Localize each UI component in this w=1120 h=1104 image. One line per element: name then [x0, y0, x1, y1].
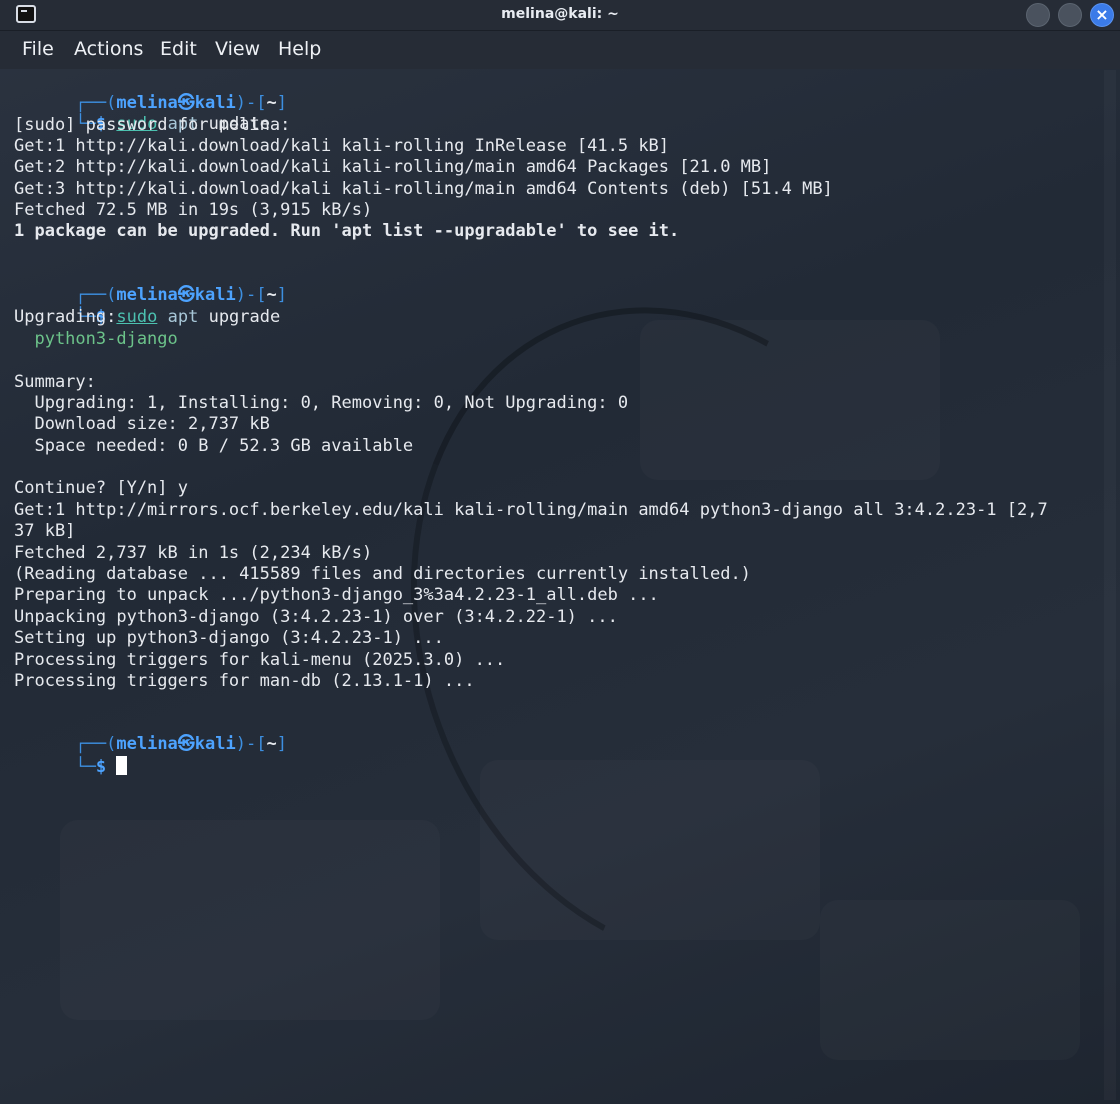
output-line: [sudo] password for melina:: [14, 115, 291, 135]
output-line: Fetched 2,737 kB in 1s (2,234 kB/s): [14, 543, 373, 563]
package-name: python3-django: [14, 329, 178, 349]
output-line: Continue? [Y/n] y: [14, 478, 188, 498]
command-line: └─$ sudo apt update: [75, 114, 270, 134]
output-line: Setting up python3-django (3:4.2.23-1) .…: [14, 628, 444, 648]
output-line: Fetched 72.5 MB in 19s (3,915 kB/s): [14, 200, 373, 220]
output-line: (Reading database ... 415589 files and d…: [14, 564, 751, 584]
terminal-scrollbar[interactable]: [1104, 70, 1116, 1100]
output-line: Summary:: [14, 372, 96, 392]
menu-file[interactable]: File: [22, 38, 54, 60]
minimize-button[interactable]: [1026, 3, 1050, 27]
output-line: Processing triggers for kali-menu (2025.…: [14, 650, 506, 670]
menu-actions[interactable]: Actions: [74, 38, 143, 60]
close-button[interactable]: ×: [1090, 3, 1114, 27]
output-line: Get:3 http://kali.download/kali kali-rol…: [14, 179, 833, 199]
output-line: Upgrading:: [14, 307, 117, 327]
menu-view[interactable]: View: [215, 38, 260, 60]
active-command-line[interactable]: └─$: [14, 735, 128, 777]
window-title: melina@kali: ~: [501, 6, 619, 22]
maximize-button[interactable]: [1058, 3, 1082, 27]
menu-help[interactable]: Help: [278, 38, 321, 60]
prompt-line: ┌──(melina㉿kali)-[~]: [75, 93, 287, 113]
text-cursor: [116, 756, 128, 775]
menu-bar: File Actions Edit View Help: [0, 31, 1120, 69]
menu-edit[interactable]: Edit: [160, 38, 197, 60]
terminal-output[interactable]: ┌──(melina㉿kali)-[~] └─$ sudo apt update…: [14, 70, 1104, 1100]
upgradable-notice: 1 package can be upgraded. Run 'apt list…: [14, 221, 680, 241]
output-line: Get:1 http://mirrors.ocf.berkeley.edu/ka…: [14, 500, 1048, 520]
output-line: Upgrading: 1, Installing: 0, Removing: 0…: [14, 393, 629, 413]
output-line: Unpacking python3-django (3:4.2.23-1) ov…: [14, 607, 618, 627]
prompt-line: ┌──(melina㉿kali)-[~]: [75, 734, 287, 754]
output-line: Processing triggers for man-db (2.13.1-1…: [14, 671, 475, 691]
output-line: Get:2 http://kali.download/kali kali-rol…: [14, 157, 772, 177]
output-line: Get:1 http://kali.download/kali kali-rol…: [14, 136, 670, 156]
title-bar: melina@kali: ~ ×: [0, 0, 1120, 31]
terminal-window: melina@kali: ~ × File Actions Edit View …: [0, 0, 1120, 1104]
output-line: Space needed: 0 B / 52.3 GB available: [14, 436, 414, 456]
command-line: └─$ sudo apt upgrade: [75, 307, 281, 327]
output-line: Download size: 2,737 kB: [14, 414, 270, 434]
output-line: Preparing to unpack .../python3-django_3…: [14, 585, 659, 605]
prompt-line: ┌──(melina㉿kali)-[~]: [75, 285, 287, 305]
close-icon: ×: [1095, 5, 1109, 24]
output-line: 37 kB]: [14, 521, 76, 541]
